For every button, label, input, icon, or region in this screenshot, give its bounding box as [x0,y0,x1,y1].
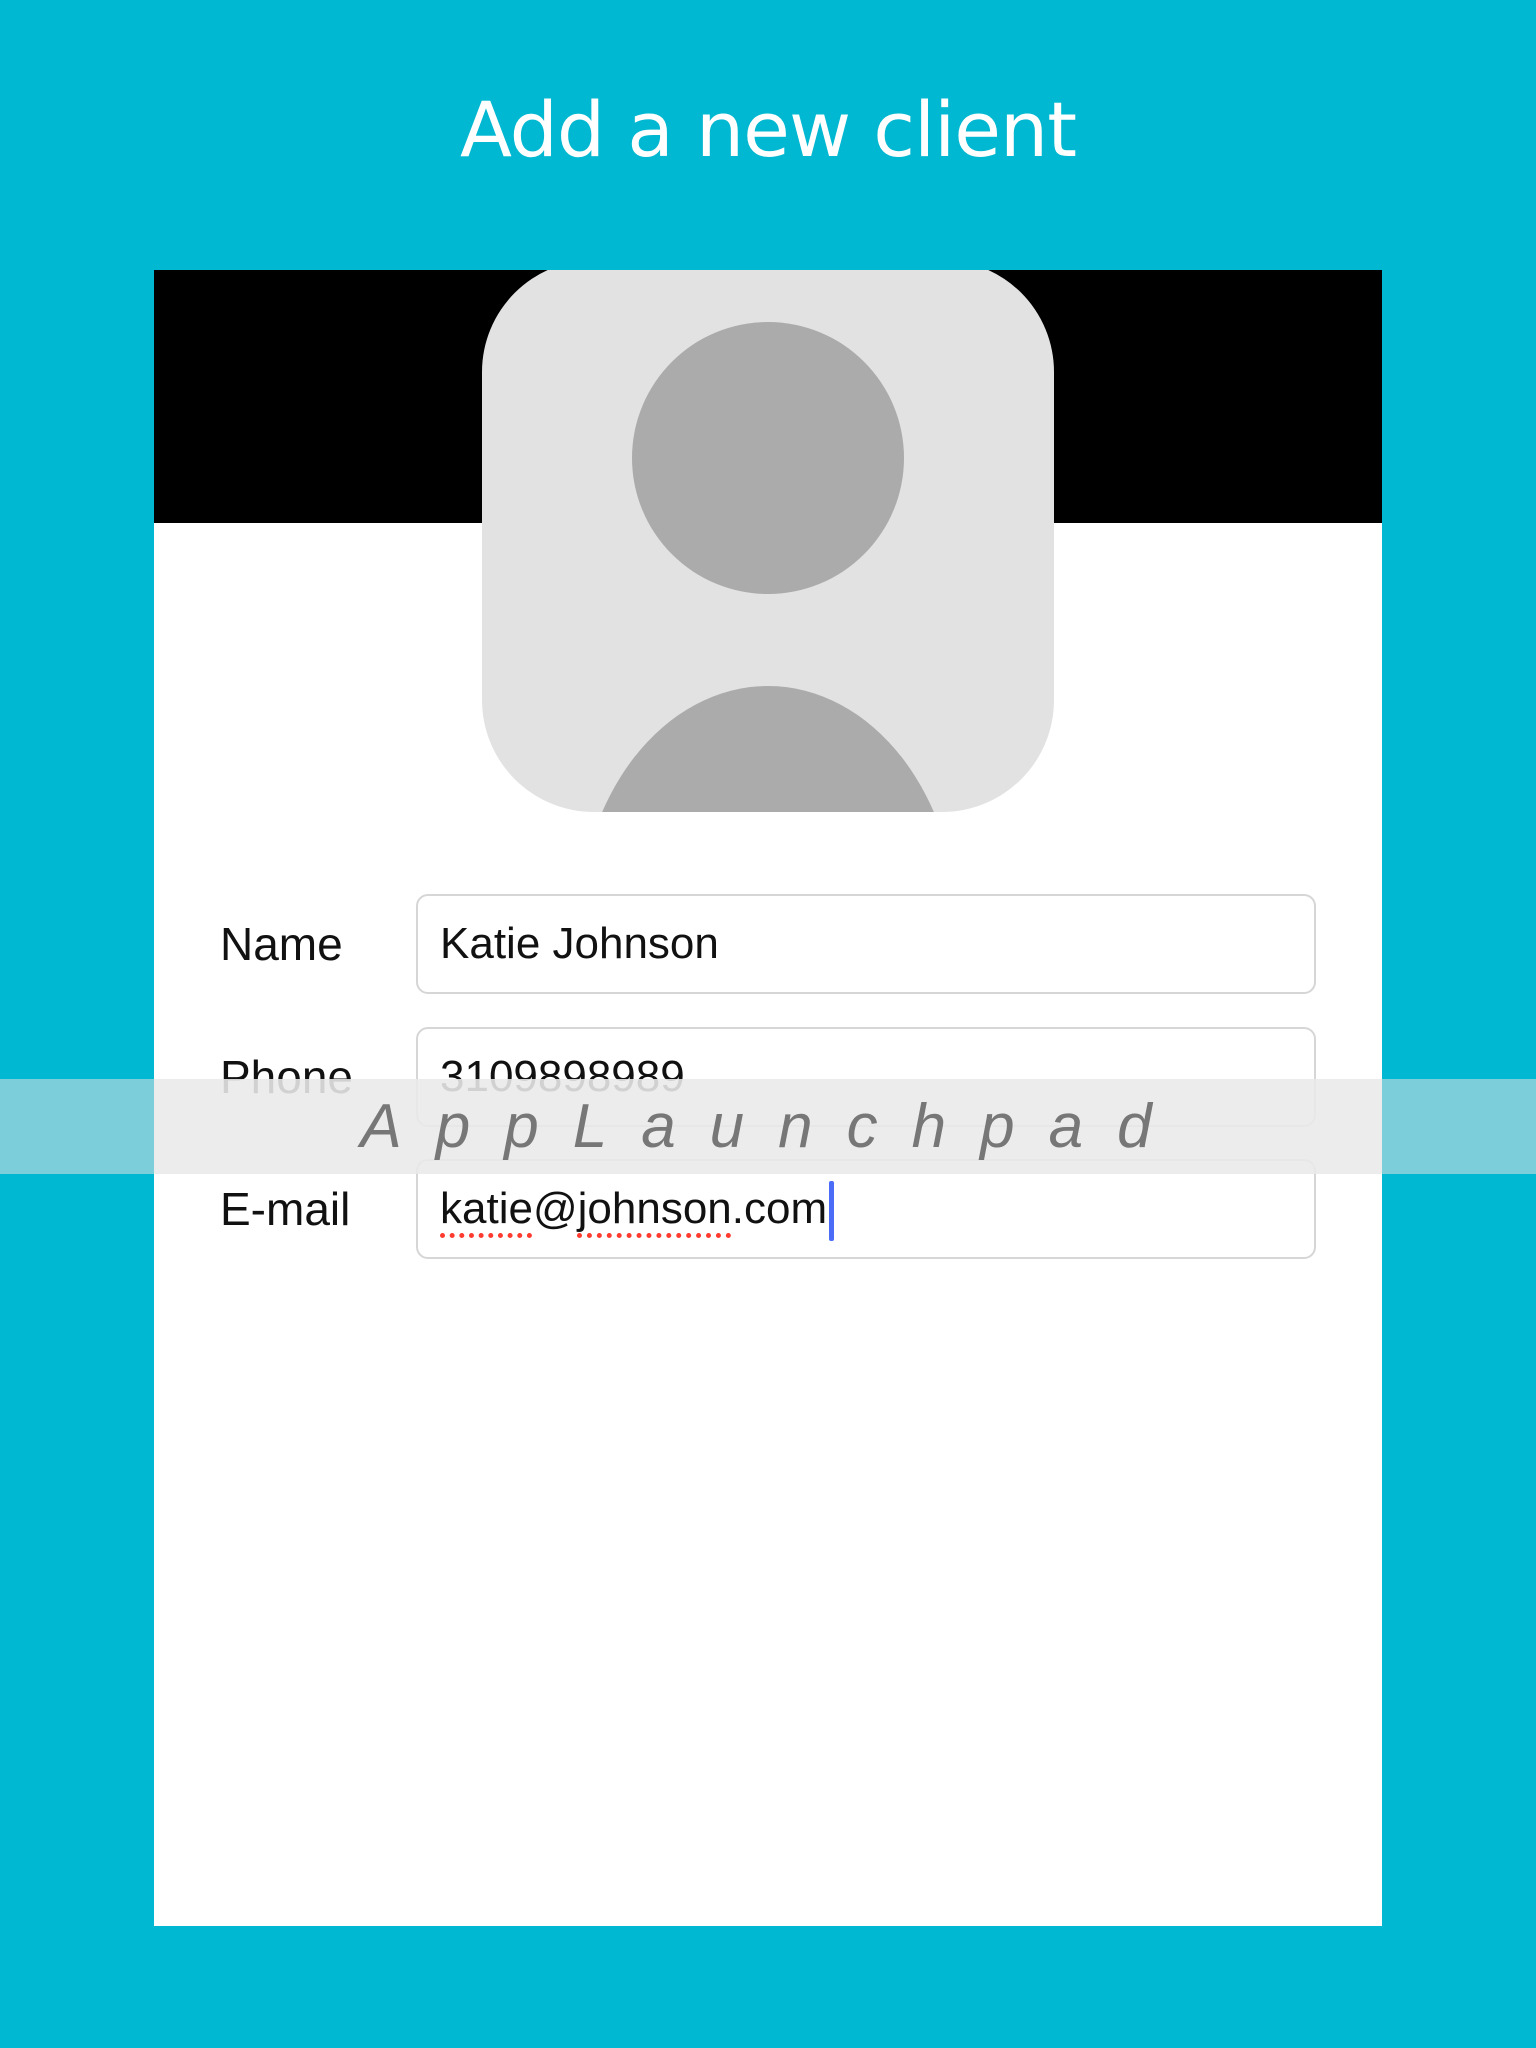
email-field[interactable]: katie@johnson.com [416,1159,1316,1259]
email-misspelled-word: katie [440,1184,533,1233]
text-cursor [829,1181,835,1242]
page-title: Add a new client [459,85,1077,174]
name-field[interactable]: Katie Johnson [416,894,1316,994]
avatar[interactable] [482,270,1054,812]
email-domain-suffix: .com [731,1184,828,1233]
watermark-text: AppLaunchpad [360,1092,1186,1161]
name-label: Name [220,918,343,970]
name-row: Name Katie Johnson [220,894,1316,994]
name-value: Katie Johnson [440,919,719,968]
email-at-sign: @ [532,1184,578,1233]
person-placeholder-icon [602,322,934,812]
email-misspelled-word: johnson [577,1184,732,1233]
email-value: katie@johnson.com [440,1161,835,1257]
email-label: E-mail [220,1183,351,1235]
email-row: E-mail katie@johnson.com [220,1159,1316,1259]
